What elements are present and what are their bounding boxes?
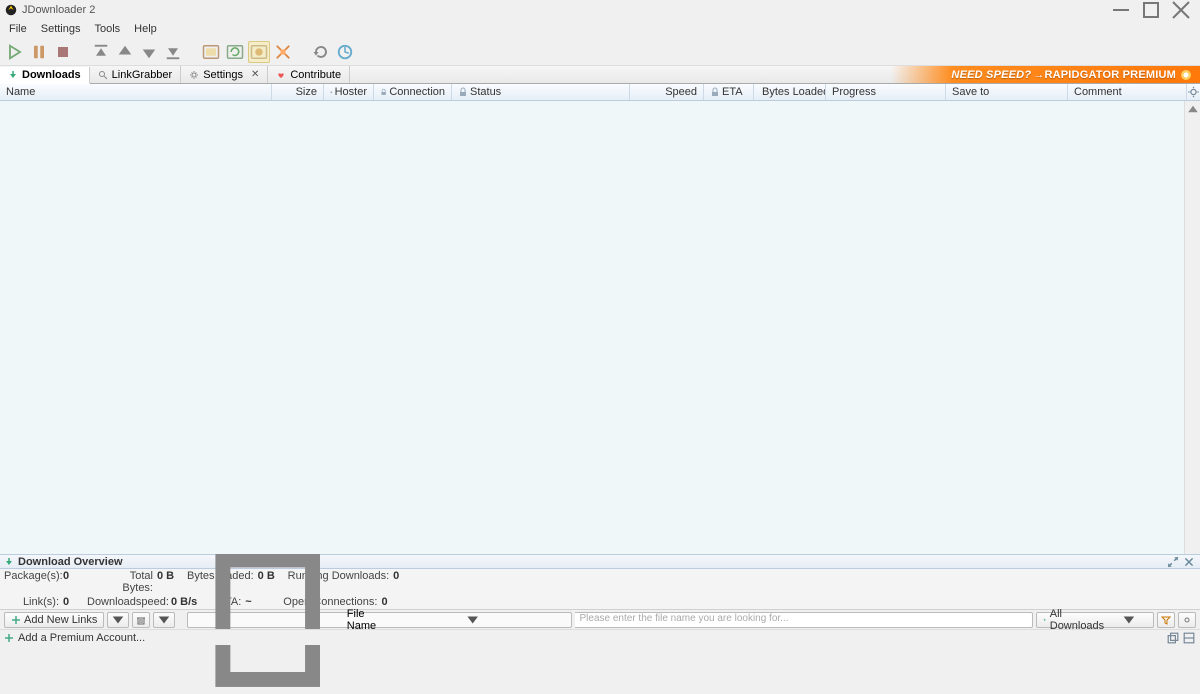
column-settings-button[interactable] xyxy=(1186,84,1200,100)
filter-settings-button[interactable] xyxy=(1157,612,1175,628)
window-title: JDownloader 2 xyxy=(22,4,95,16)
overview-expand-button[interactable] xyxy=(1166,556,1180,568)
search-input[interactable] xyxy=(580,613,1028,624)
all-downloads-filter-button[interactable]: All Downloads xyxy=(1036,612,1154,628)
reconnect-button[interactable] xyxy=(310,41,332,63)
overview-stats-row-1: Package(s):0 Total Bytes:0 B Bytes loade… xyxy=(0,569,1200,595)
menu-settings[interactable]: Settings xyxy=(34,21,88,37)
search-mode-button[interactable]: File Name xyxy=(187,612,571,628)
move-up-button[interactable] xyxy=(114,41,136,63)
pause-button[interactable] xyxy=(28,41,50,63)
lock-icon xyxy=(330,87,333,97)
plus-icon xyxy=(11,615,21,625)
tab-contribute[interactable]: Contribute xyxy=(268,66,350,83)
downloads-table-area xyxy=(0,101,1200,554)
tab-settings[interactable]: Settings ✕ xyxy=(181,66,268,83)
minimize-button[interactable] xyxy=(1106,0,1136,20)
lock-icon xyxy=(710,87,720,97)
column-bytes-loaded[interactable]: Bytes Loaded xyxy=(754,84,826,100)
add-premium-account-link[interactable]: Add a Premium Account... xyxy=(18,632,145,644)
lock-icon xyxy=(380,87,387,97)
app-logo-icon xyxy=(4,3,18,17)
chunks-button[interactable] xyxy=(272,41,294,63)
another-settings-button[interactable] xyxy=(1178,612,1196,628)
scroll-up-icon[interactable] xyxy=(1185,101,1200,117)
vertical-scrollbar[interactable] xyxy=(1184,101,1200,554)
tab-label: LinkGrabber xyxy=(112,69,173,81)
tab-label: Settings xyxy=(203,69,243,81)
close-button[interactable] xyxy=(1166,0,1196,20)
column-status[interactable]: Status xyxy=(452,84,630,100)
menubar: File Settings Tools Help xyxy=(0,20,1200,38)
banner-text-1: NEED SPEED? xyxy=(951,69,1031,81)
file-icon xyxy=(193,545,342,694)
lock-icon xyxy=(458,87,468,97)
column-save-to[interactable]: Save to xyxy=(946,84,1068,100)
stop-button[interactable] xyxy=(52,41,74,63)
status-popout-button[interactable] xyxy=(1166,632,1180,644)
tab-downloads[interactable]: Downloads xyxy=(0,67,90,84)
overview-header: Download Overview xyxy=(0,554,1200,569)
menu-help[interactable]: Help xyxy=(127,21,164,37)
play-button[interactable] xyxy=(4,41,26,63)
column-progress[interactable]: Progress xyxy=(826,84,946,100)
move-top-button[interactable] xyxy=(90,41,112,63)
banner-logo-icon xyxy=(1180,69,1192,81)
auto-reconnect-button[interactable] xyxy=(224,41,246,63)
trash-button[interactable] xyxy=(132,612,150,628)
overview-close-button[interactable] xyxy=(1182,556,1196,568)
tab-row: Downloads LinkGrabber Settings ✕ Contrib… xyxy=(0,66,1200,84)
overview-stats-row-2: Link(s):0 Downloadspeed:0 B/s ETA:~ Open… xyxy=(0,595,1200,609)
settings-icon xyxy=(189,70,199,80)
download-icon xyxy=(8,70,18,80)
premium-toggle-button[interactable] xyxy=(248,41,270,63)
add-links-dropdown-button[interactable] xyxy=(107,612,129,628)
add-new-links-button[interactable]: Add New Links xyxy=(4,612,104,628)
tab-label: Contribute xyxy=(290,69,341,81)
tab-linkgrabber[interactable]: LinkGrabber xyxy=(90,66,182,83)
heart-icon xyxy=(276,70,286,80)
filter-icon xyxy=(1161,615,1171,625)
titlebar: JDownloader 2 xyxy=(0,0,1200,20)
search-input-wrapper xyxy=(575,612,1034,628)
trash-dropdown-button[interactable] xyxy=(153,612,175,628)
column-comment[interactable]: Comment xyxy=(1068,84,1186,100)
overview-title: Download Overview xyxy=(18,556,123,568)
column-speed[interactable]: Speed xyxy=(630,84,704,100)
clipboard-monitor-button[interactable] xyxy=(200,41,222,63)
close-icon[interactable]: ✕ xyxy=(251,69,259,80)
menu-tools[interactable]: Tools xyxy=(87,21,127,37)
move-down-button[interactable] xyxy=(138,41,160,63)
column-connection[interactable]: Connection xyxy=(374,84,452,100)
status-pane-button[interactable] xyxy=(1182,632,1196,644)
trash-icon xyxy=(136,615,146,625)
plus-icon xyxy=(4,633,14,643)
tab-label: Downloads xyxy=(22,69,81,81)
maximize-button[interactable] xyxy=(1136,0,1166,20)
download-icon xyxy=(4,557,14,567)
promo-banner[interactable]: NEED SPEED? →RAPIDGATOR PREMIUM xyxy=(891,66,1200,83)
menu-file[interactable]: File xyxy=(2,21,34,37)
move-bottom-button[interactable] xyxy=(162,41,184,63)
column-name[interactable]: Name xyxy=(0,84,272,100)
linkgrabber-icon xyxy=(98,70,108,80)
toolbar xyxy=(0,38,1200,66)
download-icon xyxy=(1043,615,1046,625)
column-header-row: Name Size Hoster Connection Status Speed… xyxy=(0,84,1200,101)
bottom-bar: Add New Links File Name All Downloads xyxy=(0,609,1200,629)
column-hoster[interactable]: Hoster xyxy=(324,84,374,100)
gear-icon xyxy=(1182,615,1192,625)
banner-text-2: →RAPIDGATOR PREMIUM xyxy=(1033,69,1176,81)
column-eta[interactable]: ETA xyxy=(704,84,754,100)
update-button[interactable] xyxy=(334,41,356,63)
column-size[interactable]: Size xyxy=(272,84,324,100)
status-bar: Add a Premium Account... xyxy=(0,629,1200,645)
